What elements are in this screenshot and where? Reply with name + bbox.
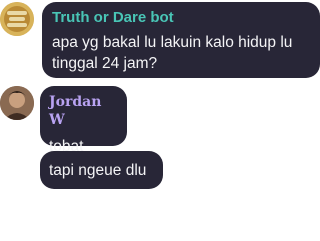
message-author[interactable]: Truth or Dare bot bbox=[52, 9, 310, 27]
message-bubble: tapi ngeue dlu bbox=[40, 151, 163, 189]
person-photo-icon bbox=[0, 86, 34, 120]
message-text: tapi ngeue dlu bbox=[49, 162, 147, 179]
message-bubble: Jordan W tobat bbox=[40, 86, 127, 155]
bot-avatar[interactable] bbox=[0, 2, 34, 36]
message-bubble: Truth or Dare bot apa yg bakal lu lakuin… bbox=[42, 2, 320, 78]
message-author[interactable]: Jordan W bbox=[49, 93, 118, 129]
truth-or-dare-logo-icon bbox=[0, 2, 34, 36]
user-avatar[interactable] bbox=[0, 86, 34, 120]
message-text: apa yg bakal lu lakuin kalo hidup lu tin… bbox=[52, 34, 293, 72]
